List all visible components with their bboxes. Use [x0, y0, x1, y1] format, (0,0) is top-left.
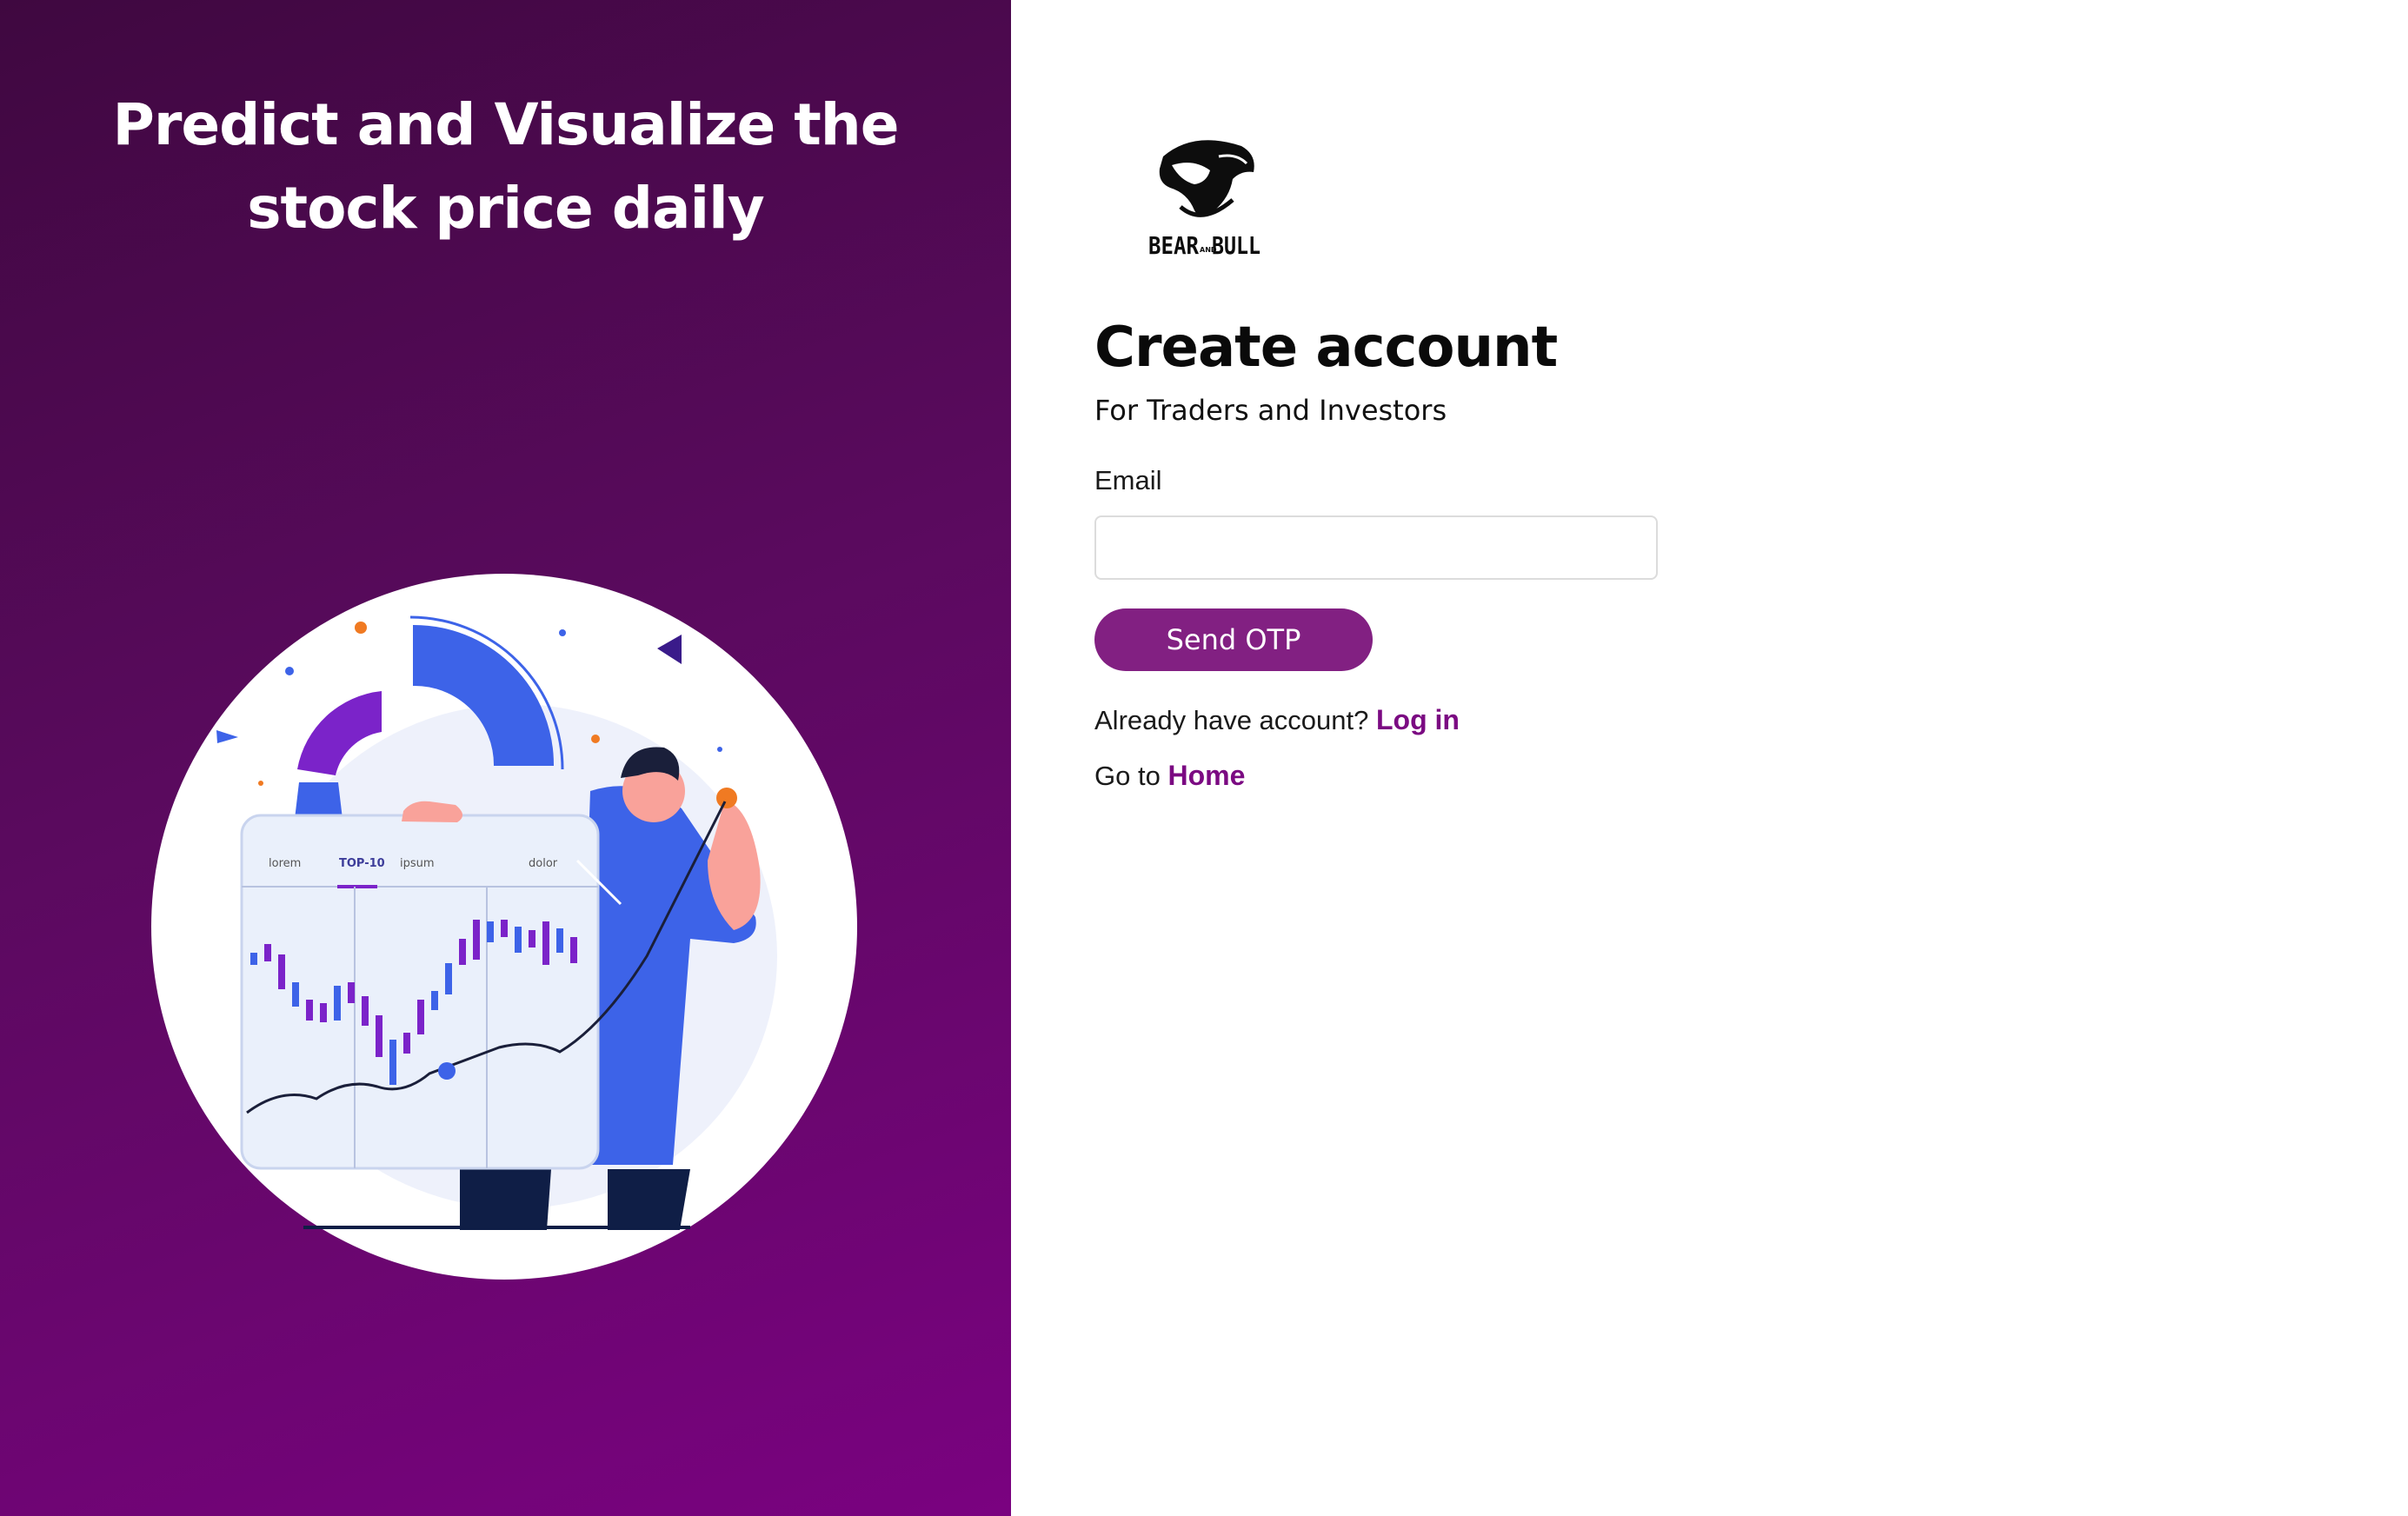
hero-title: Predict and Visualize the stock price da…	[70, 83, 941, 250]
login-link[interactable]: Log in	[1376, 704, 1460, 735]
logo-text-bull: BULL	[1212, 231, 1261, 260]
email-field[interactable]	[1094, 515, 1658, 580]
home-prompt-text: Go to	[1094, 761, 1161, 791]
form-subtitle: For Traders and Investors	[1094, 394, 1447, 427]
hero-title-line2: stock price daily	[247, 175, 764, 242]
chart-tab-dolor: dolor	[529, 857, 558, 870]
chart-tab-lorem: lorem	[269, 857, 301, 870]
home-prompt-row: Go to Home	[1094, 758, 1245, 794]
hero-title-line1: Predict and Visualize the	[112, 91, 900, 158]
login-prompt-text: Already have account?	[1094, 705, 1369, 735]
home-link[interactable]: Home	[1167, 760, 1245, 791]
email-label: Email	[1094, 465, 1162, 495]
send-otp-button[interactable]: Send OTP	[1094, 608, 1373, 671]
logo-text-bear: BEAR	[1148, 231, 1199, 260]
bear-and-bull-logo: BEAR AND BULL	[1148, 140, 1261, 260]
hero-panel: Predict and Visualize the stock price da…	[0, 0, 1011, 1516]
chart-tab-top10: TOP-10	[339, 857, 385, 870]
form-title: Create account	[1094, 316, 1558, 380]
chart-tab-ipsum: ipsum	[400, 857, 435, 870]
login-prompt-row: Already have account? Log in	[1094, 702, 1460, 738]
stock-chart-illustration: lorem TOP-10 ipsum dolor	[151, 574, 857, 1280]
